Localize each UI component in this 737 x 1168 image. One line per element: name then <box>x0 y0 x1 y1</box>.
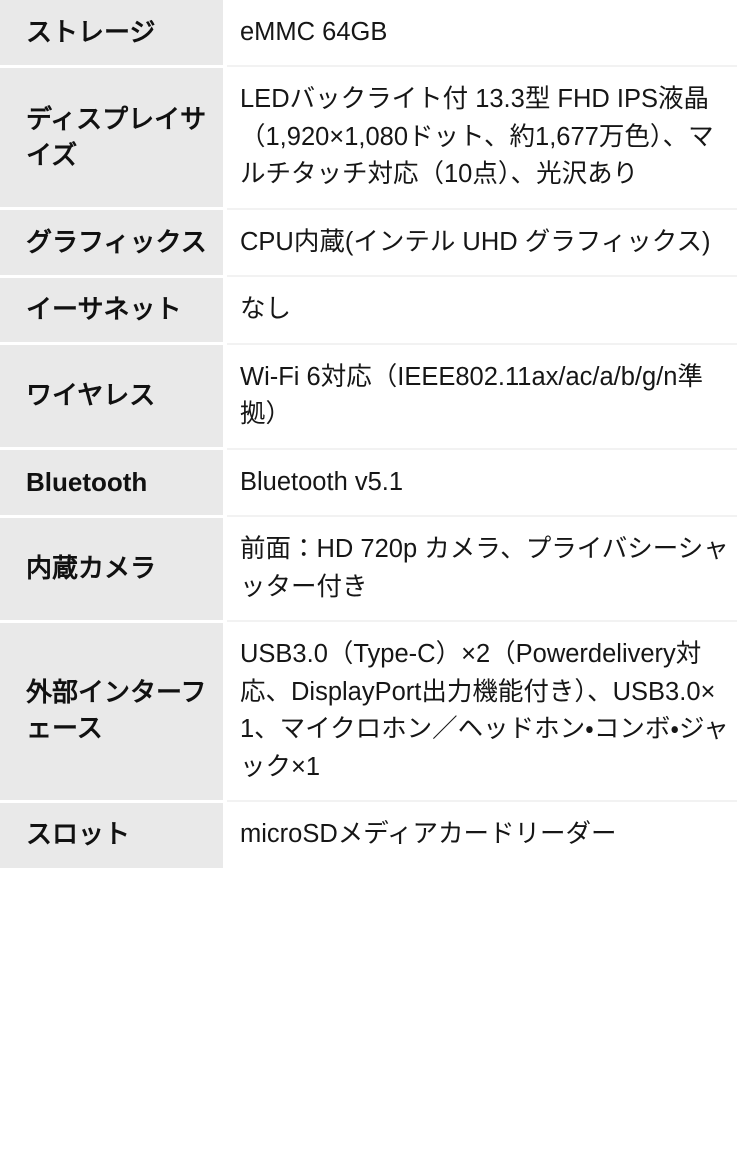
specification-table: ストレージ eMMC 64GB ディスプレイサイズ LEDバックライト付 13.3型 … <box>0 0 737 868</box>
table-row: グラフィックス CPU内蔵(インテル UHD グラフィックス) <box>0 208 737 278</box>
spec-value: Bluetooth v5.1 <box>223 448 737 518</box>
spec-label: スロット <box>0 801 225 868</box>
spec-label: グラフィックス <box>0 208 225 278</box>
spec-value: eMMC 64GB <box>223 0 737 68</box>
spec-value: USB3.0（Type-C）×2（Powerdelivery対応、Display… <box>223 621 737 803</box>
spec-value: microSDメディアカードリーダー <box>223 801 737 868</box>
table-row: ディスプレイサイズ LEDバックライト付 13.3型 FHD IPS液晶（1,92… <box>0 66 737 211</box>
spec-value: Wi-Fi 6対応（IEEE802.11ax/ac/a/b/g/n準拠） <box>223 343 737 450</box>
spec-label: Bluetooth <box>0 448 225 518</box>
spec-value: なし <box>223 276 737 345</box>
table-row: ストレージ eMMC 64GB <box>0 0 737 68</box>
table-row: ワイヤレス Wi-Fi 6対応（IEEE802.11ax/ac/a/b/g/n準拠… <box>0 343 737 451</box>
table-row: 内蔵カメラ 前面：HD 720p カメラ、プライバシーシャッター付き <box>0 516 737 623</box>
spec-value: 前面：HD 720p カメラ、プライバシーシャッター付き <box>223 516 737 623</box>
table-row: Bluetooth Bluetooth v5.1 <box>0 448 737 518</box>
spec-label: イーサネット <box>0 276 225 346</box>
spec-value: CPU内蔵(インテル UHD グラフィックス) <box>223 208 737 278</box>
table-row: スロット microSDメディアカードリーダー <box>0 801 737 868</box>
spec-label: ストレージ <box>0 0 225 68</box>
spec-label: 内蔵カメラ <box>0 516 225 623</box>
table-row: イーサネット なし <box>0 276 737 346</box>
spec-label: ディスプレイサイズ <box>0 66 225 211</box>
table-row: 外部インターフェース USB3.0（Type-C）×2（Powerdelivery… <box>0 621 737 803</box>
spec-label: 外部インターフェース <box>0 621 225 803</box>
spec-value: LEDバックライト付 13.3型 FHD IPS液晶（1,920×1,080ドッ… <box>223 66 737 210</box>
specification-table-body: ストレージ eMMC 64GB ディスプレイサイズ LEDバックライト付 13.3型 … <box>0 0 737 868</box>
spec-label: ワイヤレス <box>0 343 225 451</box>
